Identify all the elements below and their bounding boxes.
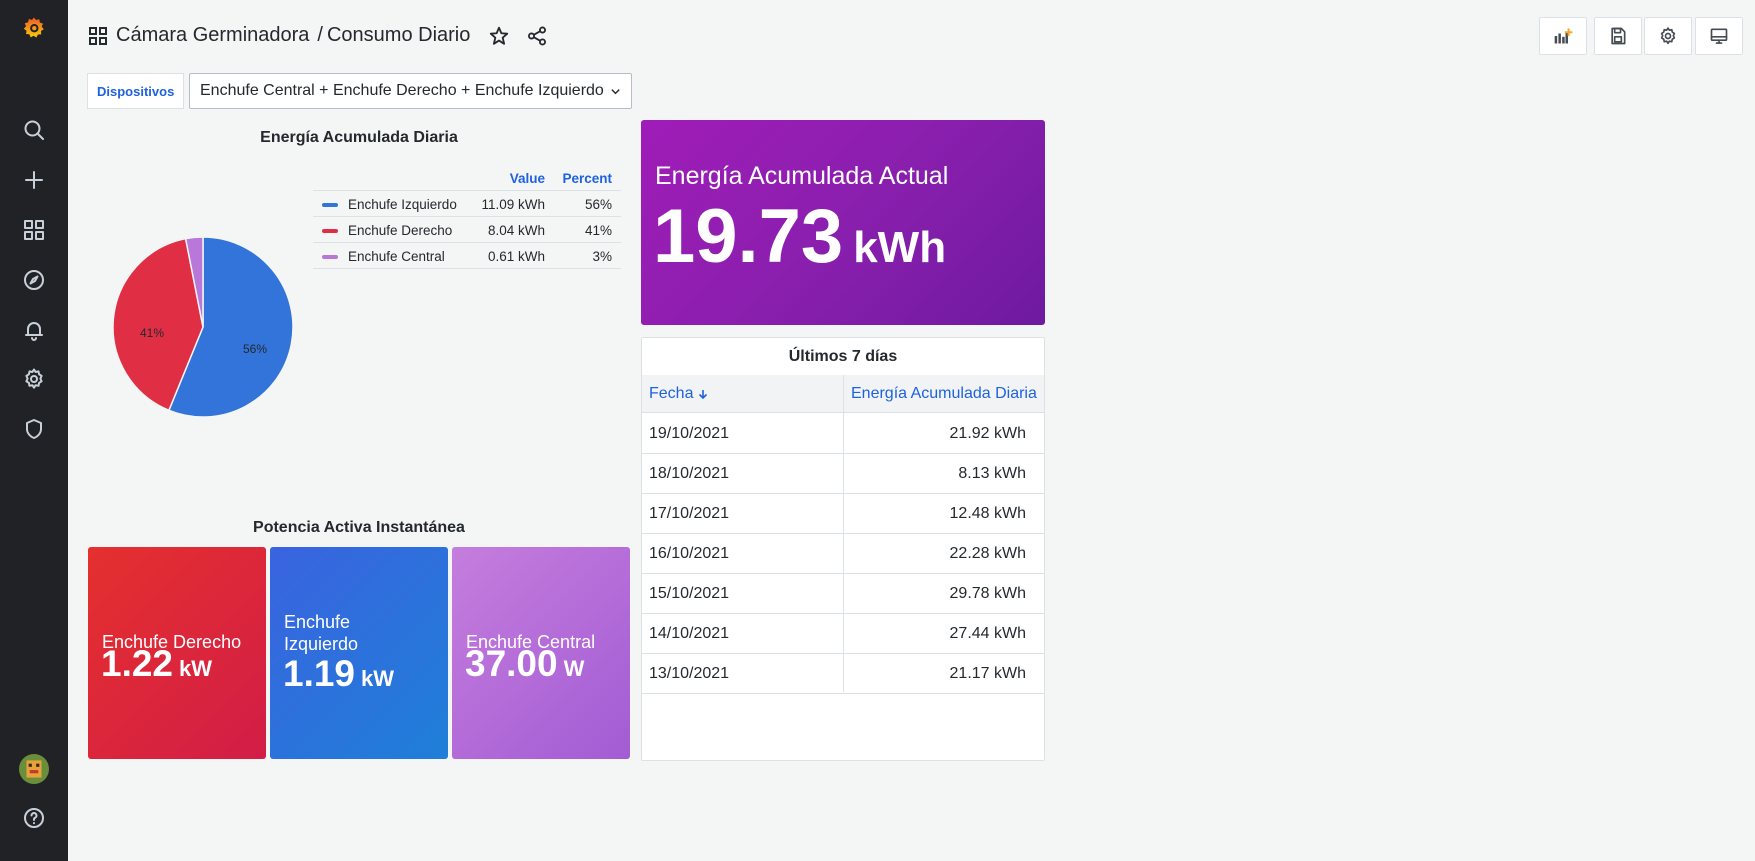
legend-header-percent[interactable]: Percent [562,171,612,186]
cell-date: 13/10/2021 [649,665,730,682]
legend-row[interactable]: Enchufe Derecho 8.04 kWh 41% [313,217,621,243]
legend-name: Enchufe Central [348,249,445,264]
cell-date: 19/10/2021 [649,425,730,442]
cell-date: 15/10/2021 [649,585,730,602]
help-icon[interactable] [0,798,68,838]
chevron-down-icon [611,88,620,94]
power-panel-title: Potencia Activa Instantánea [253,519,465,536]
tile-name: Enchufe Izquierdo [284,612,359,654]
power-tile-derecho[interactable]: Enchufe Derecho 1.22 kW [88,547,266,759]
save-icon [1611,27,1626,45]
stat-number: 19.73 [653,194,844,279]
variable-value: Enchufe Central + Enchufe Derecho + Ench… [200,82,604,99]
cell-value: 21.17 kWh [949,665,1026,682]
gear-icon[interactable] [0,359,68,399]
stat-panel-energia-actual[interactable]: Energía Acumulada Actual 19.73 kWh [641,120,1045,325]
bell-icon[interactable] [0,310,68,350]
avatar[interactable] [0,749,68,789]
column-header-label: Fecha [649,385,694,402]
add-panel-icon [1554,28,1573,44]
pie-panel-title: Energía Acumulada Diaria [260,129,458,146]
legend-value: 8.04 kWh [487,223,545,238]
table-panel-title: Últimos 7 días [788,348,898,365]
power-tile-central[interactable]: Enchufe Central 37.00 W [452,547,630,759]
monitor-icon [1710,28,1728,44]
slice-label-derecho: 41% [140,326,165,340]
tile-unit: kW [179,656,213,681]
tile-value: 1.19 kW [283,653,394,695]
breadcrumb: Cámara Germinadora / Consumo Diario [116,24,470,47]
cell-value: 29.78 kWh [949,585,1026,602]
stat-unit: kWh [853,223,947,272]
top-bar: Cámara Germinadora / Consumo Diario [68,0,1755,72]
legend-percent: 41% [584,223,612,238]
dashboard-grid-icon [88,26,108,46]
search-icon[interactable] [0,110,68,150]
gear-icon [1660,27,1676,45]
add-panel-button[interactable] [1539,17,1587,55]
cell-value: 8.13 kWh [958,465,1026,482]
cell-date: 14/10/2021 [649,625,730,642]
legend-swatch [322,203,338,207]
variable-label: Dispositivos [87,73,185,109]
sidebar [0,0,68,861]
column-header-energia[interactable]: Energía Acumulada Diaria [851,375,1044,413]
save-dashboard-button[interactable] [1594,17,1642,55]
breadcrumb-dashboard[interactable]: Consumo Diario [327,24,470,46]
tile-value: 37.00 W [465,643,584,685]
column-divider [843,375,844,692]
tile-number: 1.19 [283,653,356,694]
power-tile-izquierdo[interactable]: Enchufe Izquierdo 1.19 kW [270,547,448,759]
legend-name: Enchufe Izquierdo [348,197,457,212]
variable-select[interactable]: Enchufe Central + Enchufe Derecho + Ench… [189,73,632,109]
compass-icon[interactable] [0,260,68,300]
tile-number: 37.00 [465,643,558,684]
legend-row[interactable]: Enchufe Central 0.61 kWh 3% [313,243,621,269]
cell-date: 18/10/2021 [649,465,730,482]
cell-value: 21.92 kWh [949,425,1026,442]
legend-header: Value Percent [313,165,621,191]
plus-icon[interactable] [0,160,68,200]
legend-percent: 3% [592,249,612,264]
view-mode-button[interactable] [1695,17,1743,55]
tile-value: 1.22 kW [101,643,212,685]
cell-value: 27.44 kWh [949,625,1026,642]
pie-chart [112,236,294,418]
breadcrumb-separator: / [317,24,323,46]
tile-number: 1.22 [101,643,174,684]
cell-value: 12.48 kWh [949,505,1026,522]
legend-row[interactable]: Enchufe Izquierdo 11.09 kWh 56% [313,191,621,217]
legend-value: 0.61 kWh [487,249,545,264]
legend-swatch [322,229,338,233]
stat-title: Energía Acumulada Actual [655,162,949,190]
star-icon[interactable] [488,25,510,47]
cell-date: 16/10/2021 [649,545,730,562]
slice-label-izquierdo: 56% [243,342,268,356]
legend-swatch [322,255,338,259]
legend-value: 11.09 kWh [481,197,545,212]
legend-percent: 56% [584,197,612,212]
share-icon[interactable] [526,25,548,47]
column-header-label: Energía Acumulada Diaria [851,385,1037,402]
dashboard-settings-button[interactable] [1644,17,1692,55]
breadcrumb-folder[interactable]: Cámara Germinadora [116,24,309,46]
table-panel: Últimos 7 días Fecha Energía Acumulada D… [641,337,1045,761]
dashboards-icon[interactable] [0,210,68,250]
legend-name: Enchufe Derecho [348,223,453,238]
pie-legend-table: Value Percent Enchufe Izquierdo 11.09 kW… [313,165,621,269]
tile-unit: W [563,656,585,681]
column-header-fecha[interactable]: Fecha [649,375,839,413]
legend-header-value[interactable]: Value [510,171,545,186]
cell-date: 17/10/2021 [649,505,730,522]
cell-value: 22.28 kWh [949,545,1026,562]
arrow-down-icon [699,390,708,400]
grafana-logo-icon[interactable] [0,8,68,48]
stat-value: 19.73 kWh [653,193,946,280]
shield-icon[interactable] [0,409,68,449]
tile-unit: kW [361,666,395,691]
